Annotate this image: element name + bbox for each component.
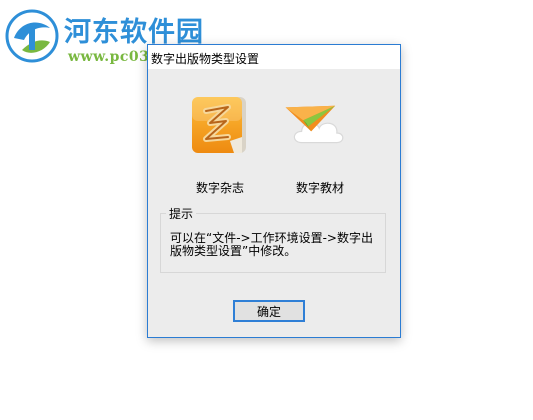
- hint-text: 可以在“文件->工作环境设置->数字出版物类型设置”中修改。: [170, 231, 373, 258]
- hint-group: 提示 可以在“文件->工作环境设置->数字出版物类型设置”中修改。: [160, 205, 386, 273]
- magazine-label: 数字杂志: [196, 181, 245, 195]
- ok-button[interactable]: 确定: [233, 300, 305, 322]
- hint-title: 提示: [166, 205, 197, 222]
- publication-type-dialog: 数字出版物类型设置 数字杂志 数字教材 提示 可以在“文件->工作环境设置->数…: [147, 44, 401, 338]
- textbook-label: 数字教材: [296, 181, 345, 195]
- dialog-title: 数字出版物类型设置: [151, 52, 260, 66]
- paper-plane-cloud-icon[interactable]: [284, 93, 348, 157]
- dialog-titlebar[interactable]: 数字出版物类型设置: [148, 45, 400, 69]
- watermark-logo-icon: [5, 9, 59, 63]
- magazine-icon[interactable]: [186, 93, 250, 157]
